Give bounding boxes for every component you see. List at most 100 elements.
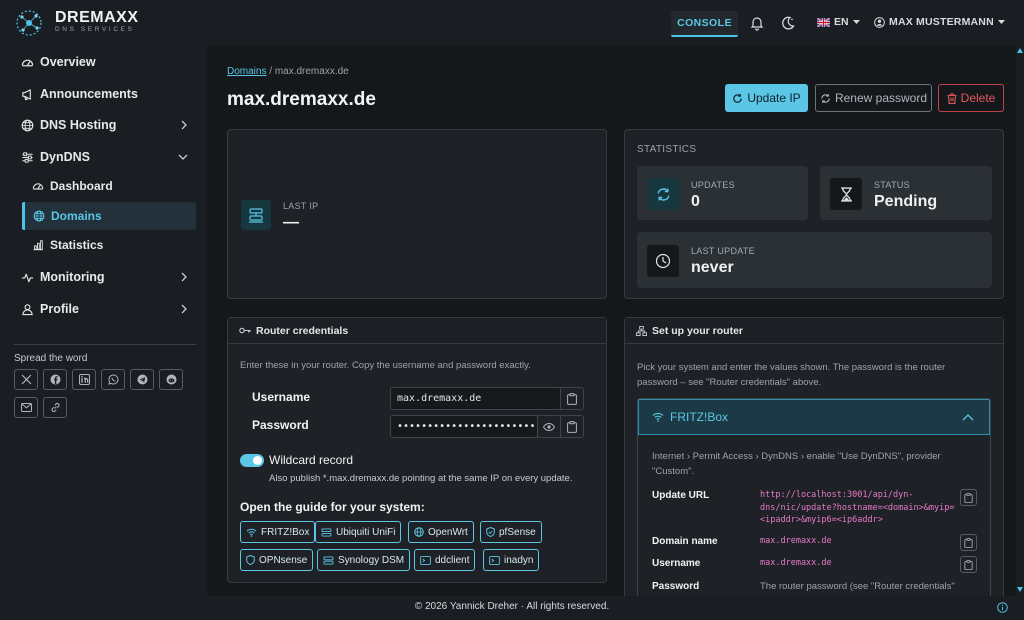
wildcard-toggle[interactable] bbox=[240, 454, 264, 467]
guide-pfsense-button[interactable]: pfSense bbox=[480, 521, 542, 543]
shield-icon bbox=[246, 555, 255, 565]
bar-chart-icon bbox=[33, 240, 43, 251]
link-icon bbox=[51, 403, 59, 412]
bell-icon[interactable] bbox=[749, 15, 765, 31]
guide-label: OpenWrt bbox=[428, 526, 468, 538]
sidebar-item-label: Overview bbox=[40, 55, 96, 69]
dremaxx-logo-icon[interactable] bbox=[14, 8, 44, 38]
setup-hint-line: Pick your system and enter the values sh… bbox=[637, 362, 946, 373]
gauge-icon bbox=[32, 183, 44, 190]
copy-setup-username-button[interactable] bbox=[960, 556, 977, 573]
brand-name[interactable]: DREMAXX bbox=[55, 9, 139, 27]
setup-router-card: Set up your router Pick your system and … bbox=[624, 317, 1004, 596]
sliders-icon bbox=[22, 151, 33, 163]
update-ip-button[interactable]: Update IP bbox=[725, 84, 808, 112]
footer: © 2026 Yannick Dreher · All rights reser… bbox=[0, 596, 1024, 620]
sidebar-divider bbox=[14, 344, 196, 345]
router-icon bbox=[321, 527, 332, 537]
breadcrumb: Domains / max.dremaxx.de bbox=[227, 66, 349, 77]
language-code: EN bbox=[834, 16, 849, 28]
copy-update-url-button[interactable] bbox=[960, 489, 977, 506]
page-scrollbar[interactable] bbox=[1016, 46, 1024, 596]
breadcrumb-domains-link[interactable]: Domains bbox=[227, 66, 266, 77]
last-update-value: never bbox=[691, 259, 734, 276]
breadcrumb-current: max.dremaxx.de bbox=[274, 66, 349, 77]
guide-title: Open the guide for your system: bbox=[240, 500, 425, 514]
scroll-up-arrow-icon[interactable] bbox=[1017, 48, 1023, 53]
fritzbox-accordion-header[interactable]: FRITZ!Box bbox=[638, 399, 990, 435]
sidebar-item-announcements[interactable]: Announcements bbox=[14, 80, 196, 108]
caret-down-icon bbox=[997, 19, 1005, 24]
update-url-label: Update URL bbox=[652, 490, 710, 501]
guide-label: FRITZ!Box bbox=[261, 526, 310, 538]
username-label: Username bbox=[252, 390, 311, 404]
scroll-down-arrow-icon[interactable] bbox=[1017, 587, 1023, 592]
theme-moon-icon[interactable] bbox=[780, 15, 796, 31]
guide-inadyn-button[interactable]: inadyn bbox=[483, 549, 540, 571]
guide-ddclient-button[interactable]: ddclient bbox=[414, 549, 476, 571]
sidebar-subitem-domains[interactable]: Domains bbox=[22, 202, 196, 230]
password-field[interactable]: •••••••••••••••••••••••••• bbox=[390, 415, 538, 438]
delete-button[interactable]: Delete bbox=[938, 84, 1004, 112]
share-whatsapp-button[interactable] bbox=[101, 369, 125, 390]
guide-unifi-button[interactable]: Ubiquiti UniFi bbox=[315, 521, 402, 543]
refresh-icon bbox=[733, 93, 743, 103]
linkedin-icon bbox=[78, 374, 90, 385]
sidebar-subitem-dashboard[interactable]: Dashboard bbox=[22, 172, 196, 200]
info-icon[interactable] bbox=[997, 602, 1008, 613]
sidebar-item-overview[interactable]: Overview bbox=[14, 48, 196, 76]
language-selector[interactable]: EN bbox=[817, 16, 860, 28]
key-icon bbox=[239, 327, 251, 334]
sidebar-item-label: Monitoring bbox=[40, 270, 105, 284]
pulse-icon bbox=[21, 273, 34, 282]
clipboard-icon bbox=[567, 420, 577, 433]
guide-fritzbox-button[interactable]: FRITZ!Box bbox=[240, 521, 316, 543]
share-reddit-button[interactable] bbox=[159, 369, 183, 390]
brand-subtitle: DNS SERVICES bbox=[55, 26, 135, 33]
copy-password-button[interactable] bbox=[560, 415, 584, 438]
sidebar-subitem-statistics[interactable]: Statistics bbox=[22, 231, 196, 259]
reddit-icon bbox=[166, 374, 176, 385]
fritzbox-path: Internet › Permit Access › DynDNS › enab… bbox=[652, 449, 941, 479]
guide-opnsense-button[interactable]: OPNsense bbox=[240, 549, 314, 571]
sidebar-item-monitoring[interactable]: Monitoring bbox=[14, 263, 196, 291]
username-field[interactable]: max.dremaxx.de bbox=[390, 387, 561, 410]
domain-name-value[interactable]: max.dremaxx.de bbox=[760, 535, 832, 548]
sidebar-item-profile[interactable]: Profile bbox=[14, 295, 196, 323]
show-password-button[interactable] bbox=[537, 415, 561, 438]
chevron-up-icon bbox=[962, 414, 974, 421]
guide-label: OPNsense bbox=[259, 554, 308, 566]
network-icon bbox=[636, 325, 647, 336]
share-telegram-button[interactable] bbox=[130, 369, 154, 390]
caret-down-icon bbox=[852, 19, 860, 24]
console-tab[interactable]: CONSOLE bbox=[671, 11, 738, 37]
renew-password-button[interactable]: Renew password bbox=[815, 84, 932, 112]
refresh-icon bbox=[821, 93, 830, 103]
guide-synology-button[interactable]: Synology DSM bbox=[317, 549, 411, 571]
copy-domain-button[interactable] bbox=[960, 534, 977, 551]
update-url-value[interactable]: http://localhost:3001/api/dyn- dns/nic/u… bbox=[760, 489, 954, 527]
fritzbox-accordion: FRITZ!Box Internet › Permit Access › Dyn… bbox=[637, 398, 991, 596]
guide-label: ddclient bbox=[435, 554, 470, 566]
router-credentials-header: Router credentials bbox=[228, 318, 606, 344]
share-x-button[interactable] bbox=[14, 369, 38, 390]
guide-openwrt-button[interactable]: OpenWrt bbox=[408, 521, 474, 543]
share-linkedin-button[interactable] bbox=[72, 369, 96, 390]
copy-link-button[interactable] bbox=[43, 397, 67, 418]
sidebar-item-dyndns[interactable]: DynDNS bbox=[14, 143, 196, 171]
setup-username-value[interactable]: max.dremaxx.de bbox=[760, 557, 832, 570]
sidebar-item-dns-hosting[interactable]: DNS Hosting bbox=[14, 111, 196, 139]
chevron-down-icon bbox=[178, 154, 188, 160]
copy-username-button[interactable] bbox=[560, 387, 584, 410]
status-label: STATUS bbox=[874, 180, 910, 190]
sidebar: Overview Announcements DNS Hosting DynDN… bbox=[0, 46, 207, 596]
sidebar-item-label: Dashboard bbox=[50, 179, 113, 193]
share-facebook-button[interactable] bbox=[43, 369, 67, 390]
status-stat: STATUS Pending bbox=[820, 166, 992, 220]
share-email-button[interactable] bbox=[14, 397, 38, 418]
footer-copyright: © 2026 Yannick Dreher · All rights reser… bbox=[414, 601, 610, 612]
user-menu[interactable]: MAX MUSTERMANN bbox=[874, 16, 1005, 28]
user-circle-icon bbox=[874, 16, 885, 28]
statistics-card: STATISTICS UPDATES 0 STATUS Pending LAST… bbox=[624, 129, 1004, 299]
update-ip-label: Update IP bbox=[747, 91, 801, 105]
